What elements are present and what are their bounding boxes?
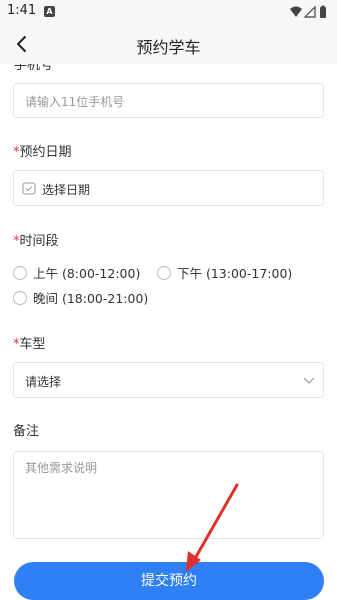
notification-icon: A [44, 6, 55, 17]
remarks-placeholder: 其他需求说明 [25, 461, 98, 475]
phone-placeholder: 请输入11位手机号 [25, 95, 125, 109]
page-title: 预约学车 [136, 38, 201, 57]
car-type-label-text: 车型 [19, 337, 46, 352]
radio-circle [157, 265, 171, 280]
date-label-text: 预约日期 [19, 145, 72, 160]
car-type-select[interactable]: 请选择 [13, 362, 324, 398]
radio-label: 晚间 (18:00-21:00) [33, 291, 149, 306]
radio-afternoon[interactable]: 下午 (13:00-17:00) [157, 263, 292, 282]
remarks-textarea[interactable]: 其他需求说明 [13, 451, 324, 539]
date-label: *预约日期 [13, 141, 72, 160]
radio-label: 下午 (13:00-17:00) [177, 266, 293, 281]
calendar-icon [22, 182, 36, 195]
phone-label: 手机号 [14, 64, 54, 73]
signal-wifi-battery-icon [290, 5, 326, 18]
phone-input[interactable]: 请输入11位手机号 [13, 83, 324, 118]
radio-evening[interactable]: 晚间 (18:00-21:00) [13, 288, 148, 307]
booking-form: 手机号 请输入11位手机号 *预约日期 选择日期 *时间段 上午 (8:00-1… [0, 64, 337, 600]
radio-morning[interactable]: 上午 (8:00-12:00) [13, 263, 140, 282]
car-type-placeholder: 请选择 [25, 375, 62, 389]
status-bar: 1:41 A [0, 0, 337, 24]
nav-bar: 预约学车 [0, 24, 337, 64]
radio-label: 上午 (8:00-12:00) [33, 266, 141, 281]
radio-circle [13, 290, 27, 305]
date-picker-field[interactable]: 选择日期 [13, 170, 324, 206]
remarks-label: 备注 [13, 424, 40, 439]
time-slot-label: *时间段 [13, 230, 59, 249]
status-time: 1:41 [7, 3, 37, 18]
date-placeholder: 选择日期 [42, 183, 91, 197]
submit-booking-button[interactable]: 提交预约 [14, 562, 324, 600]
chevron-down-icon [303, 377, 315, 384]
car-type-label: *车型 [13, 333, 46, 352]
time-slot-label-text: 时间段 [19, 234, 59, 249]
radio-circle [13, 265, 27, 280]
